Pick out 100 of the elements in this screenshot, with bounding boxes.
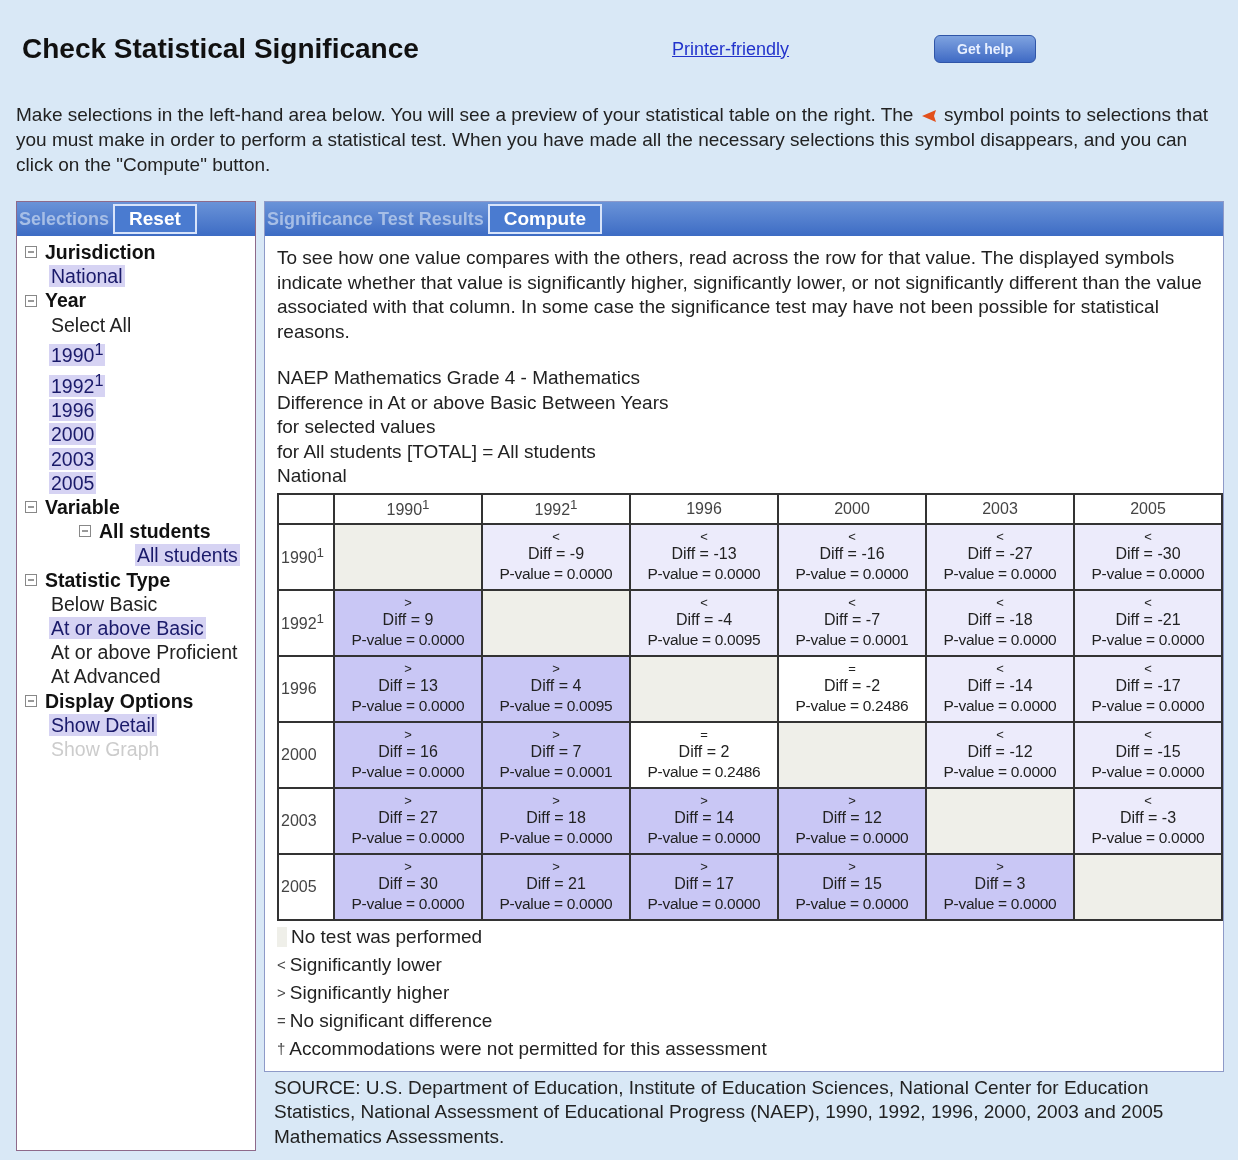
p-value: P-value = 0.0000 [1090,563,1206,584]
row-header: 1990$^{1}$ [278,523,334,590]
tree-group-label[interactable]: Statistic Type [45,567,171,592]
compute-button[interactable]: Compute [487,204,603,234]
p-value: P-value = 0.0000 [794,563,910,584]
legend-text: Significantly lower [289,952,442,977]
table-title-line: Difference in At or above Basic Between Years [277,390,670,415]
tree-item[interactable]: Show Detail [49,713,158,736]
significance-symbol: > [403,595,413,610]
tree-item[interactable]: 2000 [49,423,97,446]
diff-value: Diff = -4 [674,609,734,630]
table-corner-cell [278,493,334,524]
tree-group-label[interactable]: Jurisdiction [45,240,156,265]
flag-icon [920,109,937,123]
p-value: P-value = 0.0000 [794,893,910,914]
diff-value: Diff = 3 [973,873,1027,894]
p-value: P-value = 0.0000 [794,827,910,848]
diff-value: Diff = -7 [822,609,882,630]
tree-item[interactable]: National [49,265,125,288]
significance-symbol: < [699,529,709,544]
significance-symbol: = [847,661,857,676]
significance-symbol: > [699,793,709,808]
p-value: P-value = 0.0000 [498,827,614,848]
diff-value: Diff = -30 [1114,543,1182,564]
significance-symbol: < [1143,661,1153,676]
legend-symbol: = [277,1010,286,1031]
tree-item[interactable]: Below Basic [49,592,160,615]
collapse-icon[interactable] [79,525,91,538]
column-header: 2005 [1074,493,1222,524]
collapse-icon[interactable] [25,573,37,586]
panel-title: Selections [19,208,110,230]
diff-value: Diff = 13 [377,675,439,696]
table-title-line: National [277,464,348,488]
p-value: P-value = 0.0000 [942,629,1058,650]
diff-value: Diff = 15 [821,873,883,894]
tree-item[interactable]: 2005 [49,471,97,494]
p-value: P-value = 0.0001 [498,761,614,782]
p-value: P-value = 0.0000 [350,629,466,650]
diff-value: Diff = -27 [966,543,1034,564]
p-value: P-value = 0.0000 [350,893,466,914]
significance-symbol: < [1143,727,1153,742]
tree-group-label[interactable]: Year [45,288,87,313]
row-header: 2003 [278,787,334,854]
tree-group-label[interactable]: Variable [45,495,120,520]
source-note: SOURCE: U.S. Department of Education, Institute of Education Sciences, National Center for Education Statistics, National Assessment of Educational Progress (NAEP), 1990, 1992, 1996, 2000, 2003 and 2005 Mathematics Assessments. [274,1075,1165,1149]
collapse-icon[interactable] [25,246,37,259]
row-header: 2005 [278,853,334,920]
tree-item[interactable]: All students [135,544,240,567]
diff-value: Diff = 7 [529,741,583,762]
diff-value: Diff = -21 [1114,609,1182,630]
table-title-line: for selected values [277,415,437,439]
p-value: P-value = 0.0000 [498,563,614,584]
significance-symbol: < [1143,595,1153,610]
tree-group-label[interactable]: Display Options [45,688,194,713]
significance-symbol: < [1143,529,1153,544]
table-title-line: for All students [TOTAL] = All students [277,439,597,464]
diff-value: Diff = -15 [1114,741,1182,762]
significance-symbol: < [995,727,1005,742]
diff-value: Diff = -16 [818,543,886,564]
panel-title: Significance Test Results [267,208,484,230]
legend-symbol: † [277,1038,286,1059]
significance-symbol: > [403,859,413,874]
p-value: P-value = 0.0095 [646,629,762,650]
tree-item[interactable]: 1990$^{1}$ [49,344,106,367]
diff-value: Diff = -12 [966,741,1034,762]
reset-button[interactable]: Reset [113,204,197,234]
significance-symbol: > [403,661,413,676]
diff-value: Diff = 21 [525,873,587,894]
p-value: P-value = 0.0000 [350,827,466,848]
p-value: P-value = 0.0000 [1090,827,1206,848]
tree-item[interactable]: At or above Basic [49,617,206,640]
significance-symbol: < [995,595,1005,610]
column-header: 1992$^{1}$ [482,493,630,524]
page-title: Check Statistical Significance [22,33,420,65]
collapse-icon[interactable] [25,501,37,514]
tree-item[interactable]: At Advanced [49,665,163,688]
diff-value: Diff = -13 [670,543,738,564]
tree-item[interactable]: 2003 [49,447,97,470]
collapse-icon[interactable] [25,694,37,707]
legend-text: Accommodations were not permitted for this assessment [289,1036,767,1061]
significance-symbol: > [403,727,413,742]
p-value: P-value = 0.0000 [942,893,1058,914]
tree-item[interactable]: At or above Proficient [49,641,240,664]
significance-symbol: > [847,859,857,874]
p-value: P-value = 0.0000 [942,761,1058,782]
p-value: P-value = 0.2486 [794,695,910,716]
tree-item[interactable]: 1996 [49,399,97,422]
collapse-icon[interactable] [25,294,37,307]
column-header: 2003 [926,493,1074,524]
significance-symbol: > [699,859,709,874]
p-value: P-value = 0.0000 [942,563,1058,584]
diff-value: Diff = -14 [966,675,1034,696]
tree-item[interactable]: 1992$^{1}$ [49,375,106,397]
row-header: 2000 [278,721,334,788]
significance-symbol: > [403,793,413,808]
tree-group-label[interactable]: All students [99,519,211,544]
printer-friendly-link[interactable]: Printer-friendly [672,38,934,60]
significance-symbol: > [551,727,561,742]
row-header: 1996 [278,655,334,722]
tree-item[interactable]: Select All [49,313,134,336]
